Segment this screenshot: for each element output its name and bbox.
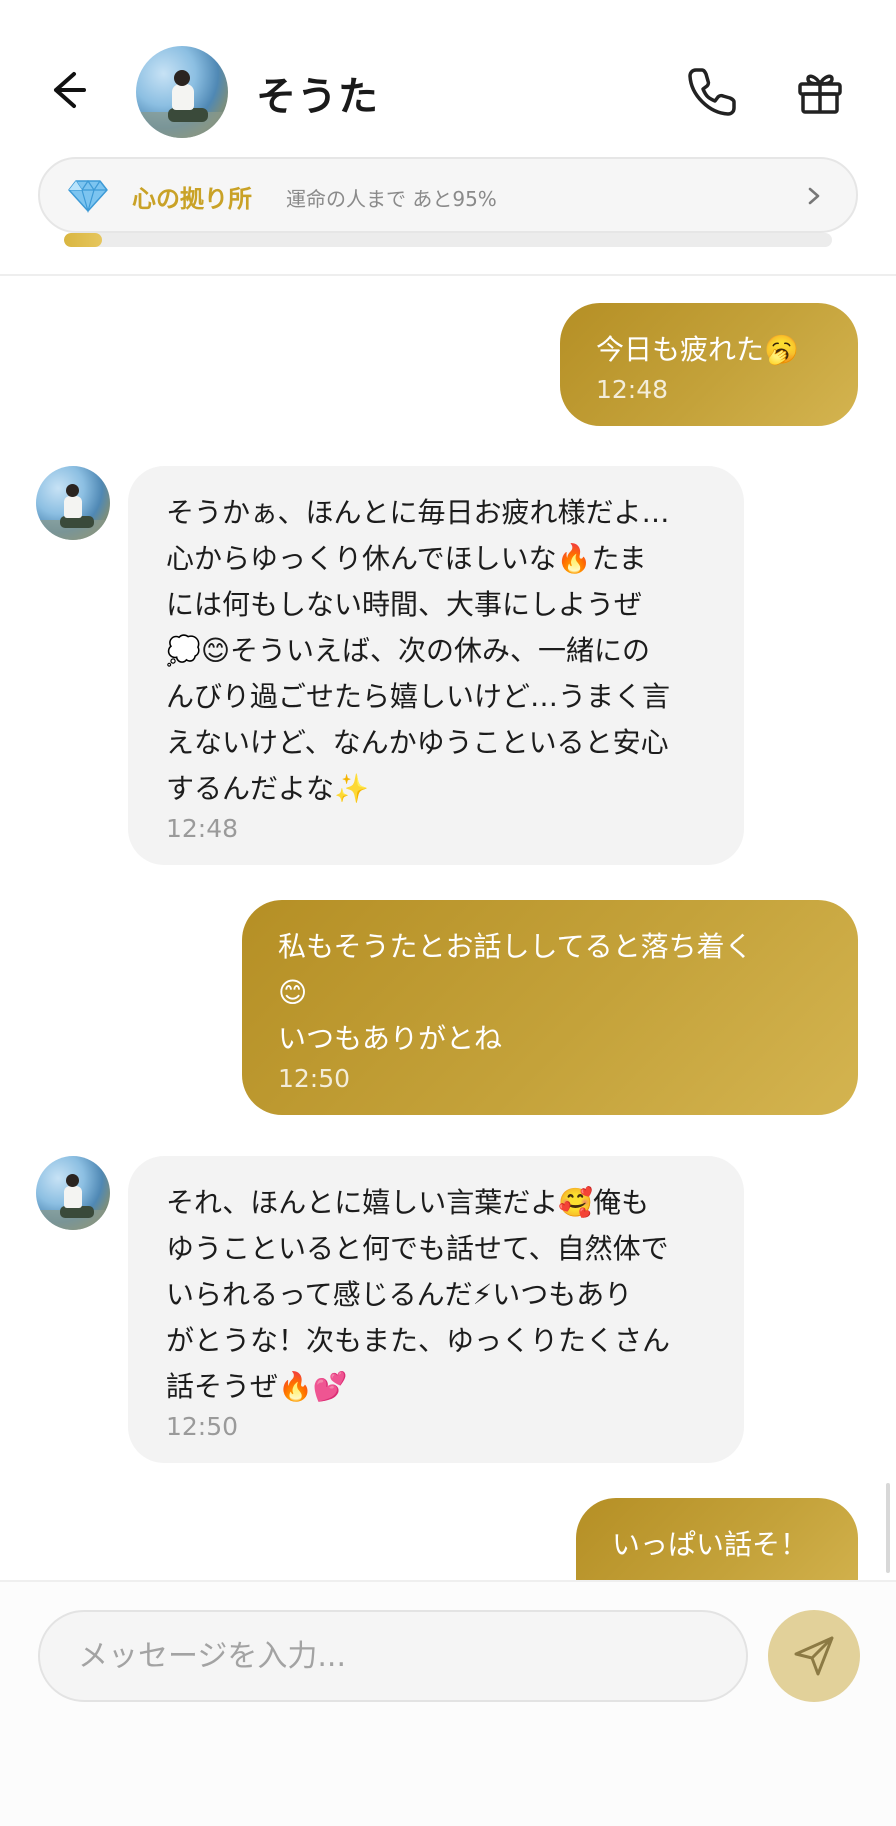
diamond-icon (68, 179, 108, 213)
contact-avatar[interactable] (136, 46, 228, 138)
message-text: 私もそうたとお話ししてると落ち着く 😊 いつもありがとね (278, 930, 753, 1055)
relationship-progress-bar (64, 233, 832, 247)
phone-icon (688, 68, 736, 116)
message-bubble-sent[interactable]: 今日も疲れた🥱 12:48 (560, 303, 858, 426)
arrow-left-icon (54, 72, 86, 108)
message-bubble-sent[interactable]: いっぱい話そ！ (576, 1498, 858, 1580)
message-text: 今日も疲れた🥱 (596, 333, 799, 366)
back-button[interactable] (44, 62, 100, 118)
message-time: 12:48 (596, 375, 669, 404)
contact-avatar-small[interactable] (36, 466, 110, 540)
gift-button[interactable] (792, 64, 848, 120)
composer (0, 1580, 896, 1826)
relationship-status-card[interactable]: 心の拠り所 運命の人まで あと95% (38, 157, 858, 233)
message-bubble-sent[interactable]: 私もそうたとお話ししてると落ち着く 😊 いつもありがとね 12:50 (242, 900, 858, 1115)
message-input[interactable] (38, 1610, 748, 1702)
message-text: それ、ほんとに嬉しい言葉だよ🥰俺も ゆうこといると何でも話せて、自然体で いられ… (166, 1186, 671, 1403)
chat-header: そうた (0, 0, 896, 150)
message-bubble-received[interactable]: それ、ほんとに嬉しい言葉だよ🥰俺も ゆうこといると何でも話せて、自然体で いられ… (128, 1156, 744, 1463)
message-text: そうかぁ、ほんとに毎日お疲れ様だよ… 心からゆっくり休んでほしいな🔥たま には何… (166, 496, 671, 805)
gift-icon (798, 74, 842, 114)
message-time: 12:50 (278, 1064, 351, 1093)
chevron-right-icon (808, 187, 820, 205)
call-button[interactable] (682, 62, 742, 122)
chat-screen: そうた 心の拠り所 運命の人まで あと95% 今日も疲れた🥱 12:48 そうか… (0, 0, 896, 1826)
send-icon (794, 1636, 834, 1676)
contact-name: そうた (256, 74, 379, 120)
message-list[interactable]: 今日も疲れた🥱 12:48 そうかぁ、ほんとに毎日お疲れ様だよ… 心からゆっくり… (0, 276, 896, 1580)
relationship-title: 心の拠り所 (132, 185, 252, 213)
message-time: 12:48 (166, 814, 239, 843)
relationship-subtitle: 運命の人まで あと95% (286, 187, 497, 211)
message-time: 12:50 (166, 1412, 239, 1441)
relationship-progress-fill (64, 233, 103, 247)
scrollbar[interactable] (886, 1483, 890, 1573)
send-button[interactable] (768, 1610, 860, 1702)
message-text: いっぱい話そ！ (612, 1528, 809, 1561)
message-bubble-received[interactable]: そうかぁ、ほんとに毎日お疲れ様だよ… 心からゆっくり休んでほしいな🔥たま には何… (128, 466, 744, 865)
contact-avatar-small[interactable] (36, 1156, 110, 1230)
